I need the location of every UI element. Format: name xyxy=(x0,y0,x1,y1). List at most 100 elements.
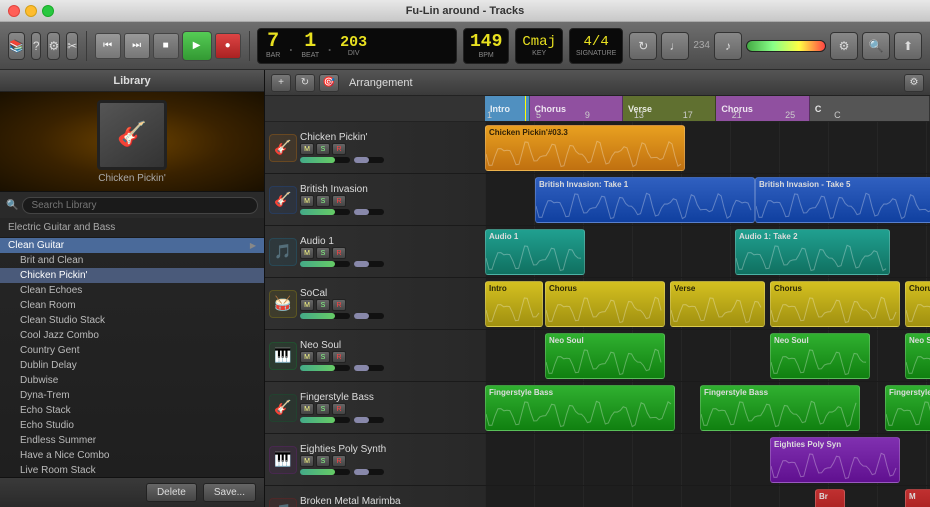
clip[interactable]: Fingerstyle Bass xyxy=(700,385,860,431)
tune-button[interactable]: 🎯 xyxy=(319,74,339,92)
save-button[interactable]: Save... xyxy=(203,483,256,502)
lib-preset-item[interactable]: Clean Room xyxy=(0,298,264,313)
rewind-button[interactable]: ⏮ xyxy=(95,33,121,59)
solo-button[interactable]: S xyxy=(316,403,330,415)
tuner-button[interactable]: ♩ xyxy=(661,32,689,60)
lib-preset-item[interactable]: Have a Nice Combo xyxy=(0,448,264,463)
lib-preset-item[interactable]: Brit and Clean xyxy=(0,253,264,268)
lib-preset-item[interactable]: Dublin Delay xyxy=(0,358,264,373)
clip[interactable]: Neo Soul xyxy=(545,333,665,379)
track-volume-slider[interactable] xyxy=(300,209,350,215)
mute-button[interactable]: M xyxy=(300,299,314,311)
track-volume-slider[interactable] xyxy=(300,313,350,319)
track-row-broken-metal[interactable]: Br M M xyxy=(485,486,930,507)
clip[interactable]: Verse xyxy=(670,281,765,327)
clip[interactable]: British Invasion - Take 5 xyxy=(755,177,930,223)
record-arm-button[interactable]: R xyxy=(332,247,346,259)
solo-button[interactable]: S xyxy=(316,247,330,259)
track-pan-knob[interactable] xyxy=(354,417,384,423)
maximize-button[interactable] xyxy=(42,5,54,17)
track-pan-knob[interactable] xyxy=(354,209,384,215)
track-pan-knob[interactable] xyxy=(354,157,384,163)
help-button[interactable]: ? xyxy=(31,32,42,60)
settings-button[interactable]: ⚙ xyxy=(830,32,858,60)
forward-button[interactable]: ⏭ xyxy=(124,33,150,59)
clip[interactable]: Neo Soul xyxy=(770,333,870,379)
clip[interactable]: Chorus xyxy=(770,281,900,327)
mute-button[interactable]: M xyxy=(300,403,314,415)
clip[interactable]: Chorus xyxy=(905,281,930,327)
clip[interactable]: Br xyxy=(815,489,845,507)
lib-preset-item[interactable]: Clean Echoes xyxy=(0,283,264,298)
track-volume-slider[interactable] xyxy=(300,157,350,163)
record-arm-button[interactable]: R xyxy=(332,403,346,415)
track-row-chicken-pickin[interactable]: Chicken Pickin'#03.3 Chicken Pickin'#03.… xyxy=(485,122,930,174)
track-pan-knob[interactable] xyxy=(354,469,384,475)
clip[interactable]: Chorus xyxy=(545,281,665,327)
mute-button[interactable]: M xyxy=(300,455,314,467)
note-button[interactable]: ♪ xyxy=(714,32,742,60)
clip[interactable]: Eighties Poly Syn xyxy=(770,437,900,483)
share-button[interactable]: ⬆ xyxy=(894,32,922,60)
clip[interactable]: Chicken Pickin'#03.3 xyxy=(485,125,685,171)
editors-button[interactable]: ✂ xyxy=(66,32,78,60)
track-row-eighties-poly[interactable]: Eighties Poly Syn xyxy=(485,434,930,486)
track-volume-slider[interactable] xyxy=(300,469,350,475)
smartcontrols-button[interactable]: ⚙ xyxy=(47,32,60,60)
track-row-fingerstyle-bass[interactable]: Fingerstyle Bass Fingerstyle Bass Finger… xyxy=(485,382,930,434)
loop-button[interactable]: ↻ xyxy=(295,74,315,92)
track-volume-slider[interactable] xyxy=(300,417,350,423)
clip[interactable]: Fingerstyle Bass xyxy=(885,385,930,431)
close-button[interactable] xyxy=(8,5,20,17)
record-arm-button[interactable]: R xyxy=(332,299,346,311)
lib-preset-item[interactable]: Echo Studio xyxy=(0,418,264,433)
lib-preset-item[interactable]: Cool Jazz Combo xyxy=(0,328,264,343)
clip[interactable]: M xyxy=(905,489,930,507)
record-arm-button[interactable]: R xyxy=(332,143,346,155)
solo-button[interactable]: S xyxy=(316,299,330,311)
minimize-button[interactable] xyxy=(25,5,37,17)
track-row-socal[interactable]: Intro Chorus Verse Chorus xyxy=(485,278,930,330)
search-button[interactable]: 🔍 xyxy=(862,32,890,60)
add-track-button[interactable]: + xyxy=(271,74,291,92)
track-volume-slider[interactable] xyxy=(300,365,350,371)
record-arm-button[interactable]: R xyxy=(332,195,346,207)
lib-preset-item[interactable]: Echo Stack xyxy=(0,403,264,418)
lib-preset-item[interactable]: Dyna-Trem xyxy=(0,388,264,403)
mute-button[interactable]: M xyxy=(300,351,314,363)
solo-button[interactable]: S xyxy=(316,351,330,363)
cycle-button[interactable]: ↻ xyxy=(629,32,657,60)
lib-preset-item[interactable]: Chicken Pickin' xyxy=(0,268,264,283)
record-arm-button[interactable]: R xyxy=(332,455,346,467)
track-row-neosoul[interactable]: Neo Soul Neo Soul Neo Soul xyxy=(485,330,930,382)
track-pan-knob[interactable] xyxy=(354,261,384,267)
lib-preset-item[interactable]: Country Gent xyxy=(0,343,264,358)
record-button[interactable]: ● xyxy=(215,33,241,59)
search-input[interactable] xyxy=(22,197,258,214)
mute-button[interactable]: M xyxy=(300,247,314,259)
solo-button[interactable]: S xyxy=(316,143,330,155)
track-pan-knob[interactable] xyxy=(354,313,384,319)
mute-button[interactable]: M xyxy=(300,143,314,155)
delete-button[interactable]: Delete xyxy=(146,483,197,502)
track-row-british-invasion[interactable]: British Invasion: Take 1 British Invasio… xyxy=(485,174,930,226)
playhead[interactable] xyxy=(525,96,526,121)
stop-button[interactable]: ■ xyxy=(153,33,179,59)
solo-button[interactable]: S xyxy=(316,455,330,467)
lib-preset-item[interactable]: Live Room Stack xyxy=(0,463,264,477)
arrangement-area[interactable]: IntroChorusVerseChorusC15913172125C Chic… xyxy=(485,96,930,507)
lib-preset-item[interactable]: Dubwise xyxy=(0,373,264,388)
arrangement-settings[interactable]: ⚙ xyxy=(904,74,924,92)
track-pan-knob[interactable] xyxy=(354,365,384,371)
master-volume[interactable] xyxy=(746,40,826,52)
clip[interactable]: Intro xyxy=(485,281,543,327)
clip[interactable]: Neo Soul xyxy=(905,333,930,379)
lib-preset-item[interactable]: Clean Studio Stack xyxy=(0,313,264,328)
mute-button[interactable]: M xyxy=(300,195,314,207)
record-arm-button[interactable]: R xyxy=(332,351,346,363)
clip[interactable]: Audio 1 xyxy=(485,229,585,275)
lib-category-clean-guitar[interactable]: Clean Guitar▶ xyxy=(0,238,264,253)
play-button[interactable]: ▶ xyxy=(182,31,212,61)
track-row-audio1[interactable]: Audio 1 Audio 1: Take 2 Audio 1.3 xyxy=(485,226,930,278)
library-button[interactable]: 📚 xyxy=(8,32,25,60)
